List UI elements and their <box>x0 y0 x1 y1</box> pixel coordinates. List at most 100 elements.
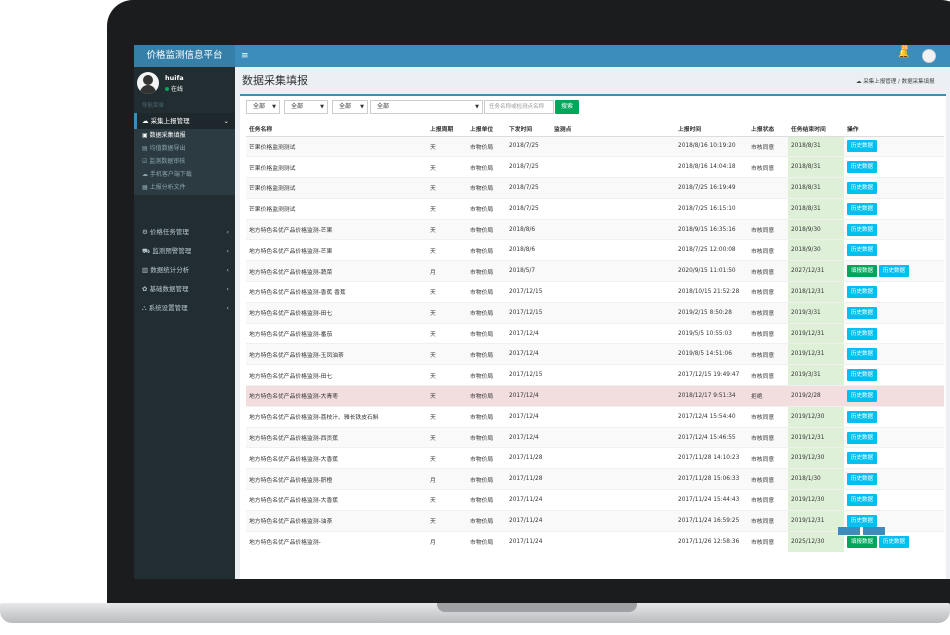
cell-task-name: 芒果价格监测测试 <box>246 156 427 178</box>
bell-icon[interactable]: 🔔 26 <box>898 45 912 63</box>
cell-actions: 历史数据 <box>844 364 944 386</box>
history-data-button[interactable]: 历史数据 <box>847 306 878 319</box>
cell-actions: 历史数据 <box>844 447 944 469</box>
menu-toggle-icon[interactable]: ≡ <box>241 45 249 67</box>
history-data-button[interactable]: 历史数据 <box>847 369 878 382</box>
cell-actions: 历史数据 <box>844 489 944 511</box>
submenu-item-review[interactable]: ☑ 监测数据审核 <box>134 155 235 168</box>
history-data-button[interactable]: 历史数据 <box>847 473 878 486</box>
cell-task-name: 芒果价格监测测试 <box>246 135 427 157</box>
table-header-row: 任务名称 上报周期 上报单位 下发时间 监测点 上报时间 上报状态 任务结束时间… <box>246 122 944 137</box>
cell-unit: 市物价局 <box>467 301 506 324</box>
cell-cycle: 天 <box>427 364 467 386</box>
history-data-button[interactable]: 历史数据 <box>879 535 910 548</box>
page-button[interactable] <box>863 527 885 535</box>
cell-reported: 2018/7/25 16:15:10 <box>675 197 748 220</box>
cell-actions: 历史数据 <box>844 426 944 448</box>
cell-task-name: 地方特色名优产品价格监测-油茶 <box>246 509 427 532</box>
cell-task-name: 地方特色名优产品价格监测-大香蕉 <box>246 447 427 469</box>
history-data-button[interactable]: 历史数据 <box>847 327 878 340</box>
cell-point <box>551 218 675 240</box>
cell-end: 2018/8/31 <box>788 197 844 220</box>
column-header[interactable]: 上报周期 <box>427 122 467 137</box>
online-dot-icon <box>165 87 169 91</box>
cell-status: 市核同意 <box>748 281 788 303</box>
history-data-button[interactable]: 历史数据 <box>847 493 878 506</box>
history-data-button[interactable]: 历史数据 <box>847 431 878 444</box>
pagination[interactable] <box>838 527 918 535</box>
history-data-button[interactable]: 历史数据 <box>847 410 878 423</box>
column-header[interactable]: 上报状态 <box>748 122 788 137</box>
sidebar-item-tasks[interactable]: ⚙ 价格任务管理 ‹ <box>134 223 235 242</box>
search-button[interactable]: 搜索 <box>555 100 579 114</box>
cell-cycle: 天 <box>427 322 467 344</box>
history-data-button[interactable]: 历史数据 <box>847 140 878 153</box>
column-header[interactable]: 上报时间 <box>675 122 748 137</box>
user-menu-avatar[interactable] <box>922 49 936 63</box>
submenu-item-export[interactable]: ▤ 均值数据导出 <box>134 142 235 155</box>
history-data-button[interactable]: 历史数据 <box>847 452 878 465</box>
breadcrumb-item[interactable]: 采集上报管理 <box>863 79 896 85</box>
history-data-button[interactable]: 历史数据 <box>847 223 878 236</box>
cell-end: 2018/8/31 <box>788 156 844 178</box>
column-header[interactable]: 任务名称 <box>246 122 427 137</box>
cell-status: 市核同意 <box>748 135 788 157</box>
table-row: 地方特色名优产品价格监测-西贡蕉天市物价局 2017/12/4 2017/12/4 … <box>246 426 944 448</box>
cell-status: 市核同意 <box>748 509 788 532</box>
submenu-item-analysis[interactable]: ▦ 上报分析文件 <box>134 181 235 194</box>
history-data-button[interactable]: 历史数据 <box>847 202 878 215</box>
history-data-button[interactable]: 历史数据 <box>847 514 878 527</box>
cell-point <box>551 447 675 469</box>
cell-status <box>748 177 788 199</box>
sidebar-item-basic-data[interactable]: ✿ 基础数据管理 ‹ <box>134 280 235 299</box>
table-row: 地方特色名优产品价格监测-玉凤油茶天市物价局 2017/12/4 2019/8/5 … <box>246 343 944 365</box>
page-button[interactable] <box>838 527 860 535</box>
table-row: 地方特色名优产品价格监测-大香蕉天市物价局 2017/11/28 2017/11/2… <box>246 447 944 469</box>
history-data-button[interactable]: 历史数据 <box>847 389 878 402</box>
column-header[interactable]: 上报单位 <box>467 122 506 137</box>
cell-task-name: 地方特色名优产品价格监测-田七 <box>246 301 427 324</box>
history-data-button[interactable]: 历史数据 <box>879 265 910 278</box>
cell-point <box>551 135 675 157</box>
data-box: 全部 ▼ 全部 ▼ 全部 ▼ 全部 ▼ 任务名称或检测点名称 搜索 任务名称 上报周期 … <box>240 94 946 579</box>
column-header[interactable]: 监测点 <box>551 122 675 137</box>
cell-unit: 市物价局 <box>467 405 506 428</box>
notification-badge: 26 <box>901 45 909 50</box>
app-logo[interactable]: 价格监测信息平台 <box>134 45 235 67</box>
cell-point <box>551 156 675 178</box>
cell-cycle: 天 <box>427 385 467 407</box>
history-data-button[interactable]: 历史数据 <box>847 181 878 194</box>
cell-actions: 历史数据 <box>844 405 944 428</box>
filter-select-4[interactable]: 全部 ▼ <box>370 100 483 114</box>
sidebar-item-warning[interactable]: ⛟ 监测预警管理 ‹ <box>134 242 235 261</box>
cell-issued: 2018/7/25 <box>506 177 551 199</box>
submenu-item-download[interactable]: ☁ 手机客户端下载 <box>134 168 235 181</box>
laptop-frame: 价格监测信息平台 ≡ 🔔 26 huifa 在线 导航菜单 ☁ 采集上报管理 ⌄ ▣… <box>0 0 950 635</box>
submenu-item-fill[interactable]: ▣ 数据采集填报 <box>134 129 235 142</box>
sidebar-item-stats[interactable]: ▥ 数据统计分析 ‹ <box>134 261 235 280</box>
filter-select-2[interactable]: 全部 ▼ <box>284 100 328 114</box>
cell-point <box>551 489 675 511</box>
sidebar-item-collection[interactable]: ☁ 采集上报管理 ⌄ <box>134 113 235 129</box>
history-data-button[interactable]: 历史数据 <box>847 161 878 174</box>
cell-status: 市核同意 <box>748 239 788 261</box>
cell-task-name: 地方特色名优产品价格监测-大青枣 <box>246 385 427 407</box>
cell-end: 2018/8/31 <box>788 135 844 157</box>
cell-end: 2019/12/30 <box>788 405 844 428</box>
history-data-button[interactable]: 历史数据 <box>847 244 878 257</box>
search-input[interactable]: 任务名称或检测点名称 <box>484 100 554 114</box>
fill-data-button[interactable]: 填报数据 <box>847 265 878 278</box>
column-header[interactable]: 任务结束时间 <box>788 122 844 137</box>
cell-point <box>551 343 675 365</box>
filter-select-3[interactable]: 全部 ▼ <box>332 100 368 114</box>
column-header[interactable]: 下发时间 <box>506 122 551 137</box>
cell-cycle: 天 <box>427 301 467 324</box>
fill-data-button[interactable]: 填报数据 <box>847 535 878 548</box>
user-status: 在线 <box>165 84 183 93</box>
cell-reported: 2018/7/25 12:00:08 <box>675 239 748 261</box>
cell-unit: 市物价局 <box>467 239 506 261</box>
history-data-button[interactable]: 历史数据 <box>847 348 878 361</box>
history-data-button[interactable]: 历史数据 <box>847 285 878 298</box>
sidebar-item-settings[interactable]: ⛬ 系统设置管理 ‹ <box>134 299 235 318</box>
filter-select-1[interactable]: 全部 ▼ <box>246 100 280 114</box>
